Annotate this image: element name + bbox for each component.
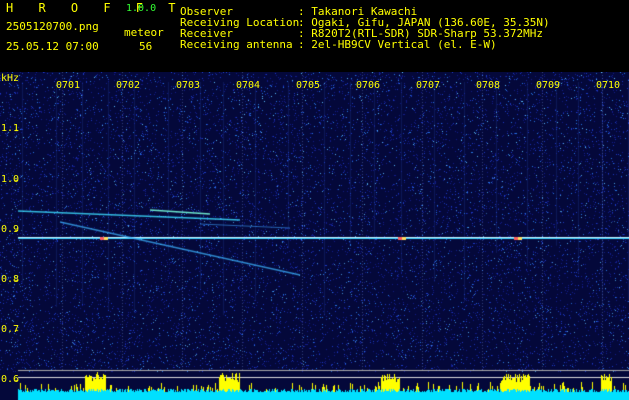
time-tick-label: 0706	[356, 80, 381, 91]
header-panel: H R O F F T 1.0.0 2505120700.png meteor …	[0, 0, 629, 72]
freq-tick-label: 1.0	[1, 174, 20, 185]
time-tick-label: 0703	[176, 80, 201, 91]
freq-tick-label: 0.8	[1, 274, 20, 285]
meteor-count: 56	[139, 40, 153, 53]
time-tick-label: 0705	[296, 80, 321, 91]
time-tick-label: 0709	[536, 80, 561, 91]
freq-unit-label: kHz	[1, 73, 20, 84]
freq-tick-label: 0.6	[1, 374, 20, 385]
freq-tick-label: 0.7	[1, 324, 20, 335]
spectrogram	[0, 72, 629, 400]
freq-tick-label: 1.1	[1, 123, 20, 134]
app-title: H R O F F T	[6, 1, 185, 15]
time-tick-label: 0708	[476, 80, 501, 91]
time-tick-label: 0707	[416, 80, 441, 91]
freq-tick-label: 0.9	[1, 224, 20, 235]
meteor-label: meteor	[124, 26, 164, 39]
antenna-label: Receiving antenna	[180, 38, 293, 51]
time-tick-label: 0710	[596, 80, 621, 91]
time-tick-label: 0704	[236, 80, 261, 91]
time-tick-label: 0702	[116, 80, 141, 91]
time-tick-label: 0701	[56, 80, 81, 91]
antenna-value: : 2el-HB9CV Vertical (el. E-W)	[298, 38, 497, 51]
file-datetime: 25.05.12 07:00	[6, 40, 99, 53]
file-name: 2505120700.png	[6, 20, 99, 33]
app-version: 1.0.0	[126, 3, 157, 14]
